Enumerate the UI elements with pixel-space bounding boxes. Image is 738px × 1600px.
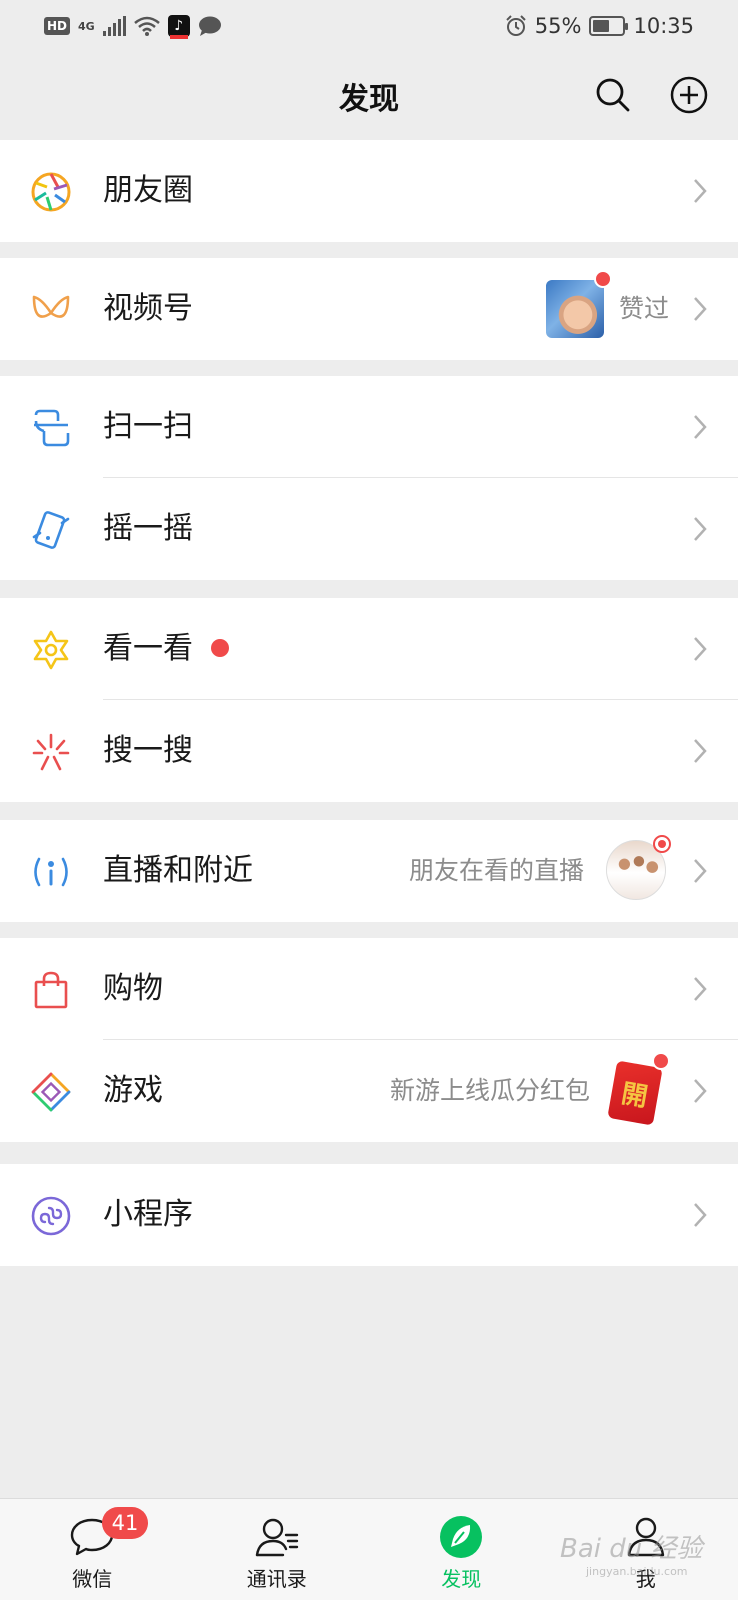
tab-label: 微信 xyxy=(72,1567,113,1591)
chevron-right-icon xyxy=(694,517,707,541)
compass-icon xyxy=(440,1516,483,1558)
moments-aperture-icon xyxy=(31,172,71,212)
group-live: 直播和附近 朋友在看的直播 xyxy=(0,820,738,922)
battery-percent: 55% xyxy=(534,14,582,38)
menu-item-label: 直播和附近 xyxy=(103,853,253,888)
group-channels: 视频号 赞过 xyxy=(0,258,738,360)
new-dot xyxy=(211,639,229,657)
menu-item-mini-programs[interactable]: 小程序 xyxy=(0,1164,738,1266)
new-dot xyxy=(652,1052,670,1070)
battery-icon xyxy=(589,16,629,36)
chevron-right-icon xyxy=(694,739,707,763)
menu-item-label: 扫一扫 xyxy=(103,409,193,444)
page-title: 发现 xyxy=(339,82,399,117)
channels-butterfly-icon xyxy=(32,295,70,318)
live-nearby-icon xyxy=(34,857,68,887)
status-bar: HD 4G ♪ 55% 10:35 xyxy=(0,0,738,52)
tab-chats[interactable]: 微信 41 xyxy=(0,1499,185,1600)
watermark: Bai du 经验 jingyan.baidu.com xyxy=(560,1528,703,1578)
message-bubble-icon xyxy=(198,16,221,36)
status-left: HD 4G ♪ xyxy=(44,15,222,39)
menu-item-label: 搜一搜 xyxy=(103,733,193,768)
add-button[interactable] xyxy=(670,76,708,114)
channels-thumbnail xyxy=(546,280,604,338)
games-subtitle: 新游上线瓜分红包 xyxy=(390,1076,591,1105)
menu-item-label: 视频号 xyxy=(103,291,193,326)
tab-label: 通讯录 xyxy=(246,1567,307,1591)
menu-item-moments[interactable]: 朋友圈 xyxy=(0,140,738,242)
clock: 10:35 xyxy=(633,14,694,38)
signal-icon xyxy=(102,16,126,36)
chevron-right-icon xyxy=(694,859,707,883)
chevron-right-icon xyxy=(694,1203,707,1227)
chevron-right-icon xyxy=(694,977,707,1001)
tab-label: 发现 xyxy=(441,1567,482,1591)
page-header: 发现 xyxy=(0,52,738,140)
wifi-icon xyxy=(133,16,160,36)
menu-item-channels[interactable]: 视频号 赞过 xyxy=(0,258,738,360)
menu-item-label: 朋友圈 xyxy=(103,173,193,208)
tab-contacts[interactable]: 通讯录 xyxy=(185,1499,370,1600)
search-icon xyxy=(596,78,630,112)
status-right: 55% 10:35 xyxy=(505,14,694,38)
menu-item-search[interactable]: 搜一搜 xyxy=(0,700,738,802)
search-button[interactable] xyxy=(594,76,632,114)
chevron-right-icon xyxy=(694,637,707,661)
tiktok-icon: ♪ xyxy=(167,15,190,39)
live-subtitle: 朋友在看的直播 xyxy=(409,856,585,885)
chevron-right-icon xyxy=(694,415,707,439)
contacts-icon xyxy=(255,1518,298,1557)
watermark-text: Bai du 经验 xyxy=(560,1534,703,1564)
group-scan-shake: 扫一扫 摇一摇 xyxy=(0,376,738,580)
header-actions xyxy=(594,76,708,114)
scan-icon xyxy=(34,409,70,447)
games-diamond-icon xyxy=(31,1072,71,1112)
unread-badge: 41 xyxy=(102,1507,148,1539)
menu-item-live-nearby[interactable]: 直播和附近 朋友在看的直播 xyxy=(0,820,738,922)
network-type: 4G xyxy=(78,19,95,33)
chevron-right-icon xyxy=(694,297,707,321)
top-stories-star-icon xyxy=(33,630,69,670)
alarm-icon xyxy=(506,15,526,36)
shopping-bag-icon xyxy=(34,971,68,1009)
channels-subtitle: 赞过 xyxy=(619,294,670,323)
shake-phone-icon xyxy=(32,511,70,549)
chevron-right-icon xyxy=(694,179,707,203)
group-shop-games: 购物 游戏 新游上线瓜分红包 開 xyxy=(0,938,738,1142)
group-stories-search: 看一看 搜一搜 xyxy=(0,598,738,802)
group-mini-programs: 小程序 xyxy=(0,1164,738,1266)
red-packet-icon: 開 xyxy=(607,1060,663,1126)
tab-discover[interactable]: 发现 xyxy=(369,1499,554,1600)
hd-badge: HD xyxy=(44,17,71,35)
menu-item-games[interactable]: 游戏 新游上线瓜分红包 開 xyxy=(0,1040,738,1142)
menu-item-shopping[interactable]: 购物 xyxy=(0,938,738,1040)
group-moments: 朋友圈 xyxy=(0,140,738,242)
menu-item-scan[interactable]: 扫一扫 xyxy=(0,376,738,478)
new-dot xyxy=(594,270,612,288)
menu-item-label: 游戏 xyxy=(103,1073,163,1108)
menu-item-label: 小程序 xyxy=(103,1197,193,1232)
live-indicator-icon xyxy=(653,835,671,853)
mini-program-icon xyxy=(31,1196,71,1236)
watermark-sub: jingyan.baidu.com xyxy=(586,1565,688,1578)
menu-item-label: 摇一摇 xyxy=(103,511,193,546)
menu-item-label: 看一看 xyxy=(103,631,193,666)
chevron-right-icon xyxy=(694,1079,707,1103)
menu-item-shake[interactable]: 摇一摇 xyxy=(0,478,738,580)
plus-circle-icon xyxy=(670,76,708,114)
search-sparkle-icon xyxy=(32,733,70,771)
menu-item-label: 购物 xyxy=(103,971,163,1006)
menu-item-top-stories[interactable]: 看一看 xyxy=(0,598,738,700)
